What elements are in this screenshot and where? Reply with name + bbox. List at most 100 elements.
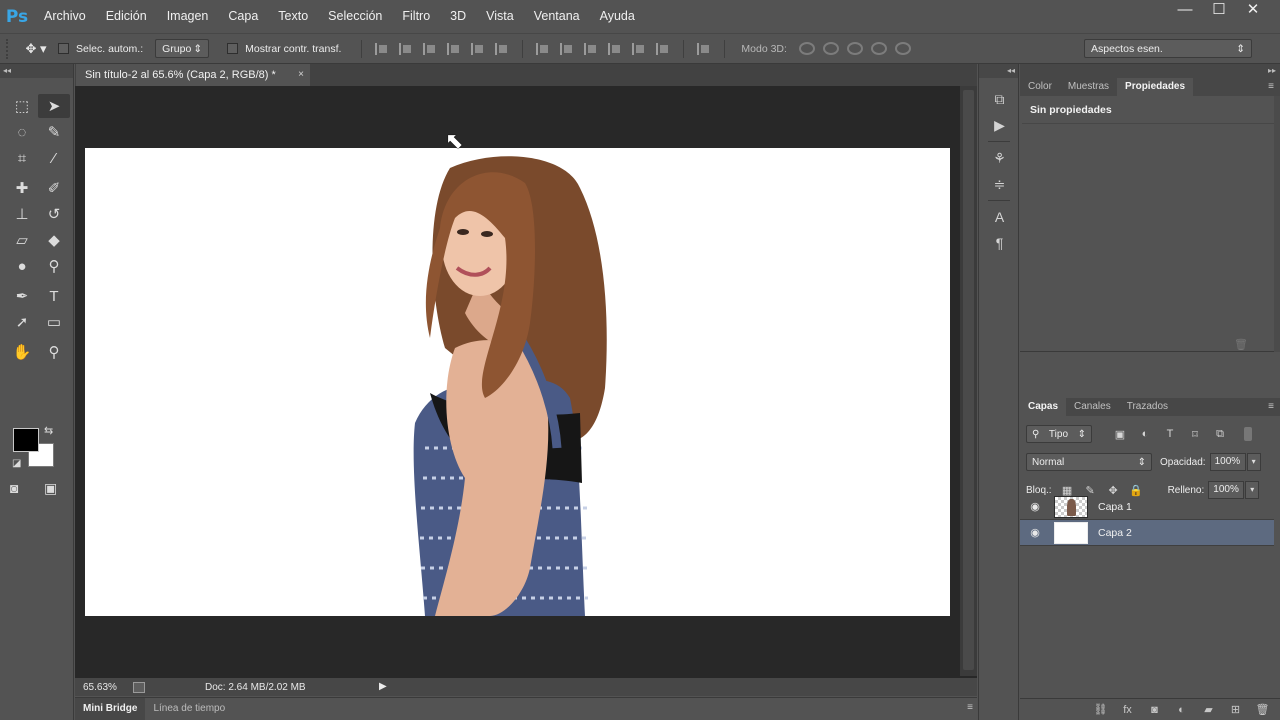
rotate-3d-icon[interactable]	[798, 42, 815, 55]
menu-vista[interactable]: Vista	[476, 0, 524, 33]
properties-scrollbar[interactable]	[1274, 96, 1280, 352]
auto-select-dropdown[interactable]: Grupo ⇕	[155, 39, 210, 58]
tab-layers[interactable]: Capas	[1020, 398, 1067, 416]
crop-tool-icon[interactable]: ⌗	[6, 146, 38, 170]
opacity-field[interactable]: 100%	[1209, 453, 1246, 471]
zoom-tool-icon[interactable]: ⚲	[38, 340, 70, 364]
blur-tool-icon[interactable]: ●	[6, 254, 38, 278]
bottom-panel-menu-icon[interactable]: ≡	[967, 702, 973, 713]
kind-filter-dropdown[interactable]: ⚲ Tipo ⇕	[1026, 425, 1092, 443]
tab-mini-bridge[interactable]: Mini Bridge	[75, 698, 146, 720]
brush-presets-icon[interactable]: ⚘	[979, 145, 1020, 171]
menu-capa[interactable]: Capa	[218, 0, 268, 33]
align-hcenter-icon[interactable]	[471, 42, 485, 55]
menu-imagen[interactable]: Imagen	[157, 0, 219, 33]
align-vcenter-icon[interactable]	[399, 42, 413, 55]
marquee-tool-icon[interactable]: ⬚	[6, 94, 38, 118]
delete-layer-icon[interactable]: 🗑	[1249, 703, 1276, 716]
tab-paths[interactable]: Trazados	[1119, 398, 1176, 416]
filter-toggle[interactable]	[1244, 427, 1252, 441]
vertical-scrollbar-thumb[interactable]	[963, 90, 974, 670]
paragraph-panel-icon[interactable]: ¶	[979, 230, 1020, 256]
actions-panel-icon[interactable]: ▶	[979, 112, 1020, 138]
brush-tool-icon[interactable]: ✐	[38, 176, 70, 200]
maximize-button[interactable]: ☐	[1202, 0, 1236, 22]
show-transform-checkbox[interactable]	[227, 43, 239, 54]
type-tool-icon[interactable]: T	[38, 284, 70, 308]
distribute-vcenter-icon[interactable]	[560, 42, 574, 55]
menu-texto[interactable]: Texto	[268, 0, 318, 33]
default-colors-icon[interactable]: ◪	[12, 458, 21, 469]
hand-tool-icon[interactable]: ✋	[6, 340, 38, 364]
layers-menu-icon[interactable]: ≡	[1268, 398, 1274, 416]
layer-row-capa-2[interactable]: ◉ Capa 2	[1020, 520, 1274, 546]
menu-edicion[interactable]: Edición	[96, 0, 157, 33]
lasso-tool-icon[interactable]: ◌	[6, 120, 38, 144]
quick-mask-icon[interactable]: ◙	[10, 480, 18, 496]
distribute-top-icon[interactable]	[536, 42, 550, 55]
eyedropper-tool-icon[interactable]: ⁄	[38, 146, 70, 170]
menu-ayuda[interactable]: Ayuda	[590, 0, 645, 33]
tab-timeline[interactable]: Línea de tiempo	[145, 698, 233, 720]
layer-style-icon[interactable]: fx	[1114, 704, 1141, 716]
auto-select-checkbox[interactable]	[58, 43, 69, 54]
dock-collapse[interactable]: ◂◂	[979, 64, 1018, 78]
visibility-eye-icon[interactable]: ◉	[1020, 526, 1050, 539]
new-group-icon[interactable]: ▰	[1195, 703, 1222, 716]
align-right-icon[interactable]	[495, 42, 509, 55]
show-transform-option[interactable]: Mostrar contr. transf.	[227, 43, 341, 55]
panel-menu-icon[interactable]: ≡	[1268, 78, 1274, 96]
distribute-bottom-icon[interactable]	[584, 42, 598, 55]
auto-align-icon[interactable]	[697, 42, 711, 55]
pen-tool-icon[interactable]: ✒	[6, 284, 38, 308]
zoom-level[interactable]: 65.63%	[75, 682, 125, 693]
panel-group-expand[interactable]: ▸▸	[1020, 64, 1280, 78]
layer-name[interactable]: Capa 1	[1098, 501, 1132, 513]
options-grip[interactable]	[6, 38, 14, 59]
delete-icon[interactable]: 🗑	[1234, 338, 1248, 351]
distribute-hcenter-icon[interactable]	[632, 42, 646, 55]
menu-3d[interactable]: 3D	[440, 0, 476, 33]
opacity-dropdown-icon[interactable]: ▾	[1246, 453, 1261, 471]
roll-3d-icon[interactable]	[822, 42, 839, 55]
scale-3d-icon[interactable]	[894, 42, 911, 55]
layer-name[interactable]: Capa 2	[1098, 527, 1132, 539]
workspace-dropdown[interactable]: Aspectos esen. ⇕	[1084, 39, 1252, 58]
close-tab-icon[interactable]: ×	[298, 64, 304, 86]
tab-swatches[interactable]: Muestras	[1060, 78, 1117, 96]
distribute-left-icon[interactable]	[608, 42, 622, 55]
new-layer-icon[interactable]: ⊞	[1222, 703, 1249, 716]
move-tool-icon[interactable]: ➤	[38, 94, 70, 118]
align-bottom-icon[interactable]	[423, 42, 437, 55]
blend-mode-dropdown[interactable]: Normal ⇕	[1026, 453, 1152, 471]
dodge-tool-icon[interactable]: ⚲	[38, 254, 70, 278]
tab-properties[interactable]: Propiedades	[1117, 78, 1194, 96]
document-tab[interactable]: Sin título-2 al 65.6% (Capa 2, RGB/8) * …	[76, 64, 310, 86]
align-left-icon[interactable]	[447, 42, 461, 55]
tab-channels[interactable]: Canales	[1066, 398, 1119, 416]
auto-select-option[interactable]: Selec. autom.:	[58, 43, 143, 55]
foreground-color-swatch[interactable]	[13, 428, 39, 452]
quick-selection-tool-icon[interactable]: ✎	[38, 120, 70, 144]
vertical-scrollbar[interactable]	[960, 86, 977, 676]
filter-adjustment-icon[interactable]: ◐	[1135, 428, 1155, 440]
distribute-right-icon[interactable]	[656, 42, 670, 55]
visibility-eye-icon[interactable]: ◉	[1020, 500, 1050, 513]
paint-bucket-tool-icon[interactable]: ◆	[38, 228, 70, 252]
slide-3d-icon[interactable]	[870, 42, 887, 55]
status-menu-arrow-icon[interactable]: ▶	[379, 681, 387, 692]
document-canvas[interactable]	[85, 148, 950, 616]
close-button[interactable]: ✕	[1236, 0, 1270, 22]
healing-brush-tool-icon[interactable]: ✚	[6, 176, 38, 200]
layer-row-capa-1[interactable]: ◉ Capa 1	[1020, 494, 1274, 520]
drag-3d-icon[interactable]	[846, 42, 863, 55]
screen-mode-icon[interactable]: ▣	[44, 480, 57, 497]
new-adjustment-icon[interactable]: ◐	[1168, 704, 1195, 716]
minimize-button[interactable]: —	[1168, 0, 1202, 22]
menu-filtro[interactable]: Filtro	[392, 0, 440, 33]
tab-color[interactable]: Color	[1020, 78, 1060, 96]
filter-smart-object-icon[interactable]: ⧉	[1210, 428, 1230, 441]
status-info-icon[interactable]	[133, 681, 145, 693]
menu-archivo[interactable]: Archivo	[34, 0, 96, 33]
move-tool-preset-icon[interactable]: ✥ ▾	[14, 41, 58, 57]
